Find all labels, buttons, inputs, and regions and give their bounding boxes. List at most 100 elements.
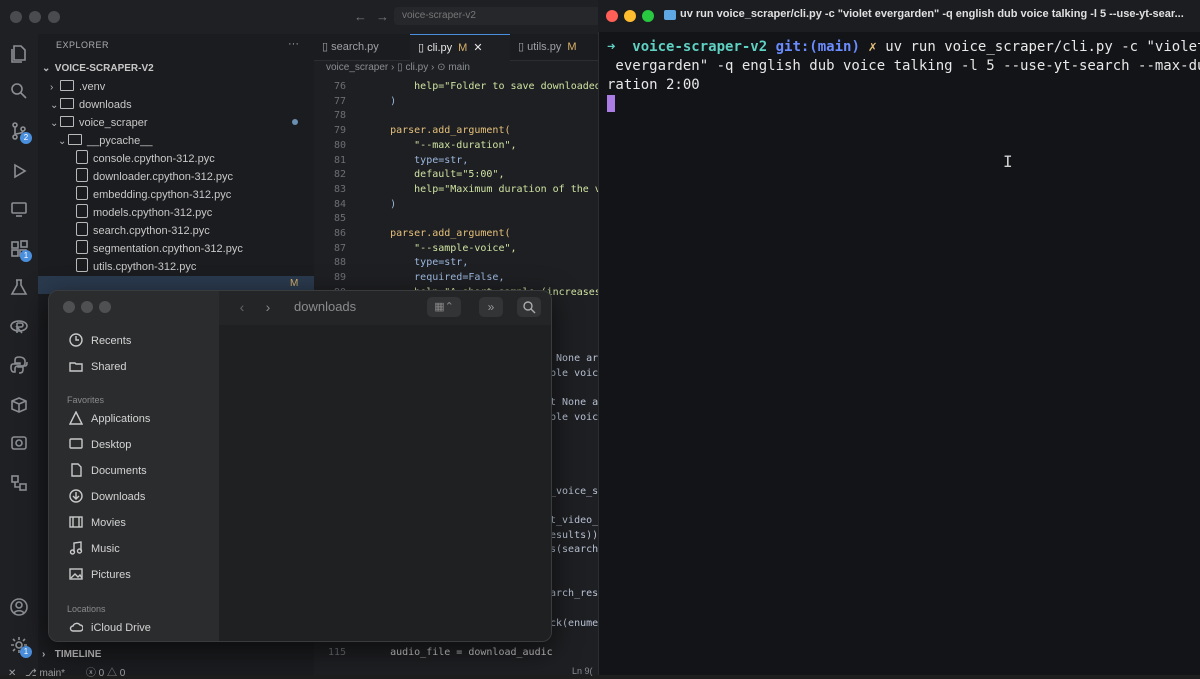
code-fragment: t None a: [550, 397, 598, 408]
python-icon[interactable]: [8, 354, 30, 376]
tree-item[interactable]: utils.cpython-312.pyc: [38, 258, 314, 276]
project-folder-header[interactable]: ⌄ VOICE-SCRAPER-V2: [38, 60, 314, 78]
sidebar-item-recents[interactable]: Recents: [69, 331, 131, 351]
sidebar-item-label: iCloud Drive: [91, 622, 151, 634]
code-line[interactable]: 88 type=str,: [314, 256, 598, 271]
code-line[interactable]: 79 parser.add_argument(: [314, 124, 598, 139]
sidebar-item-movies[interactable]: Movies: [69, 513, 126, 533]
explorer-files-icon[interactable]: [8, 42, 30, 64]
finder-title: downloads: [294, 299, 357, 314]
code-line[interactable]: 76 help="Folder to save downloaded cli: [314, 80, 598, 95]
breadcrumb-symbol[interactable]: main: [448, 62, 470, 73]
code-line[interactable]: 84 ): [314, 198, 598, 213]
view-options-grid-icon[interactable]: ▦⌃: [427, 297, 461, 317]
line-number: 82: [333, 169, 346, 181]
finder-zoom-button[interactable]: [99, 301, 111, 313]
sidebar-item-shared[interactable]: Shared: [69, 357, 126, 377]
tree-item[interactable]: ⌄ downloads: [38, 96, 314, 114]
run-debug-icon[interactable]: [8, 160, 30, 182]
close-window-button[interactable]: [10, 11, 22, 23]
folder-icon: [60, 116, 74, 127]
testing-flask-icon[interactable]: [8, 276, 30, 298]
sidebar-item-downloads[interactable]: Downloads: [69, 487, 145, 507]
back-arrow-icon[interactable]: ←: [354, 9, 367, 24]
tree-item[interactable]: segmentation.cpython-312.pyc: [38, 240, 314, 258]
settings-gear-icon[interactable]: 1: [8, 634, 32, 658]
tab-cli-py[interactable]: ▯ cli.py M ✕: [410, 34, 510, 61]
code-text: "--sample-voice",: [366, 242, 517, 254]
line-number: 85: [333, 213, 346, 225]
code-line[interactable]: 77 ): [314, 95, 598, 110]
finder-content-area[interactable]: [219, 325, 551, 641]
outline-structure-icon[interactable]: [8, 472, 30, 494]
sidebar-item-documents[interactable]: Documents: [69, 461, 147, 481]
sidebar-item-music[interactable]: Music: [69, 539, 120, 559]
tree-item-label: utils.cpython-312.pyc: [93, 261, 197, 273]
code-line[interactable]: 87 "--sample-voice",: [314, 242, 598, 257]
finder-minimize-button[interactable]: [81, 301, 93, 313]
sidebar-item-desktop[interactable]: Desktop: [69, 435, 131, 455]
command-continuation: ration 2:00: [607, 77, 700, 93]
branch-name[interactable]: main*: [39, 668, 65, 679]
code-line[interactable]: 83 help="Maximum duration of the voice: [314, 183, 598, 198]
tree-item[interactable]: search.cpython-312.pyc: [38, 222, 314, 240]
terminal-minimize-button[interactable]: [624, 10, 636, 22]
tree-item[interactable]: models.cpython-312.pyc: [38, 204, 314, 222]
forward-arrow-icon[interactable]: →: [376, 9, 389, 24]
code-line[interactable]: 81 type=str,: [314, 154, 598, 169]
sidebar-item-applications[interactable]: Applications: [68, 409, 150, 429]
command-center[interactable]: voice-scraper-v2: [394, 7, 602, 25]
finder-search-icon[interactable]: [517, 297, 541, 317]
source-control-icon[interactable]: 2: [8, 120, 32, 144]
account-icon[interactable]: [8, 596, 30, 618]
copilot-chat-icon[interactable]: [8, 432, 30, 454]
tree-item[interactable]: downloader.cpython-312.pyc: [38, 168, 314, 186]
breadcrumb-file[interactable]: cli.py: [405, 62, 428, 73]
tree-item[interactable]: ⌄ __pycache__: [38, 132, 314, 150]
photo-icon: [69, 567, 83, 581]
search-icon[interactable]: [8, 80, 30, 102]
finder-close-button[interactable]: [63, 301, 75, 313]
minimize-window-button[interactable]: [29, 11, 41, 23]
code-line[interactable]: 115 audio_file = download_audic: [314, 646, 598, 661]
warning-count[interactable]: 0: [120, 668, 126, 679]
code-line[interactable]: 80 "--max-duration",: [314, 139, 598, 154]
tab-utils-py[interactable]: ▯ utils.py M: [510, 34, 606, 60]
code-line[interactable]: 85: [314, 212, 598, 227]
finder-sidebar: Recents Shared Favorites Applications De…: [49, 291, 219, 641]
tab-modified-badge: M: [567, 41, 577, 53]
code-line[interactable]: 89 required=False,: [314, 271, 598, 286]
remote-explorer-icon[interactable]: [8, 198, 30, 220]
remote-indicator-icon[interactable]: ✕: [8, 668, 16, 679]
code-line[interactable]: 86 parser.add_argument(: [314, 227, 598, 242]
error-count[interactable]: 0: [99, 668, 105, 679]
tab-search-py[interactable]: ▯ search.py: [314, 34, 410, 60]
timeline-section[interactable]: › TIMELINE: [38, 646, 314, 664]
extensions-icon[interactable]: 1: [8, 238, 32, 262]
cloud-icon: [69, 620, 84, 634]
finder-back-icon[interactable]: ‹: [231, 299, 253, 319]
code-line[interactable]: 82 default="5:00",: [314, 168, 598, 183]
terminal-close-button[interactable]: [606, 10, 618, 22]
close-tab-icon[interactable]: ✕: [473, 42, 482, 54]
line-number: 83: [333, 183, 346, 195]
sidebar-item-icloud-drive[interactable]: iCloud Drive: [69, 618, 151, 638]
terminal-window[interactable]: [598, 0, 1200, 675]
tree-item[interactable]: ⌄ voice_scraper: [38, 114, 314, 132]
code-fragment: arch_res: [550, 588, 598, 599]
tree-item[interactable]: console.cpython-312.pyc: [38, 150, 314, 168]
tree-item[interactable]: › .venv: [38, 78, 314, 96]
sidebar-item-pictures[interactable]: Pictures: [69, 565, 131, 585]
terminal-zoom-button[interactable]: [642, 10, 654, 22]
more-actions-icon[interactable]: ···: [288, 38, 299, 50]
finder-forward-icon[interactable]: ›: [257, 299, 279, 319]
package-box-icon[interactable]: [8, 394, 30, 416]
more-toolbar-chevrons-icon[interactable]: »: [479, 297, 503, 317]
breadcrumb-folder[interactable]: voice_scraper: [326, 62, 388, 73]
tree-item[interactable]: embedding.cpython-312.pyc: [38, 186, 314, 204]
zoom-window-button[interactable]: [48, 11, 60, 23]
file-icon: ▯: [518, 41, 528, 53]
code-line[interactable]: 78: [314, 109, 598, 124]
r-language-icon[interactable]: [8, 316, 30, 338]
music-note-icon: [69, 541, 83, 555]
